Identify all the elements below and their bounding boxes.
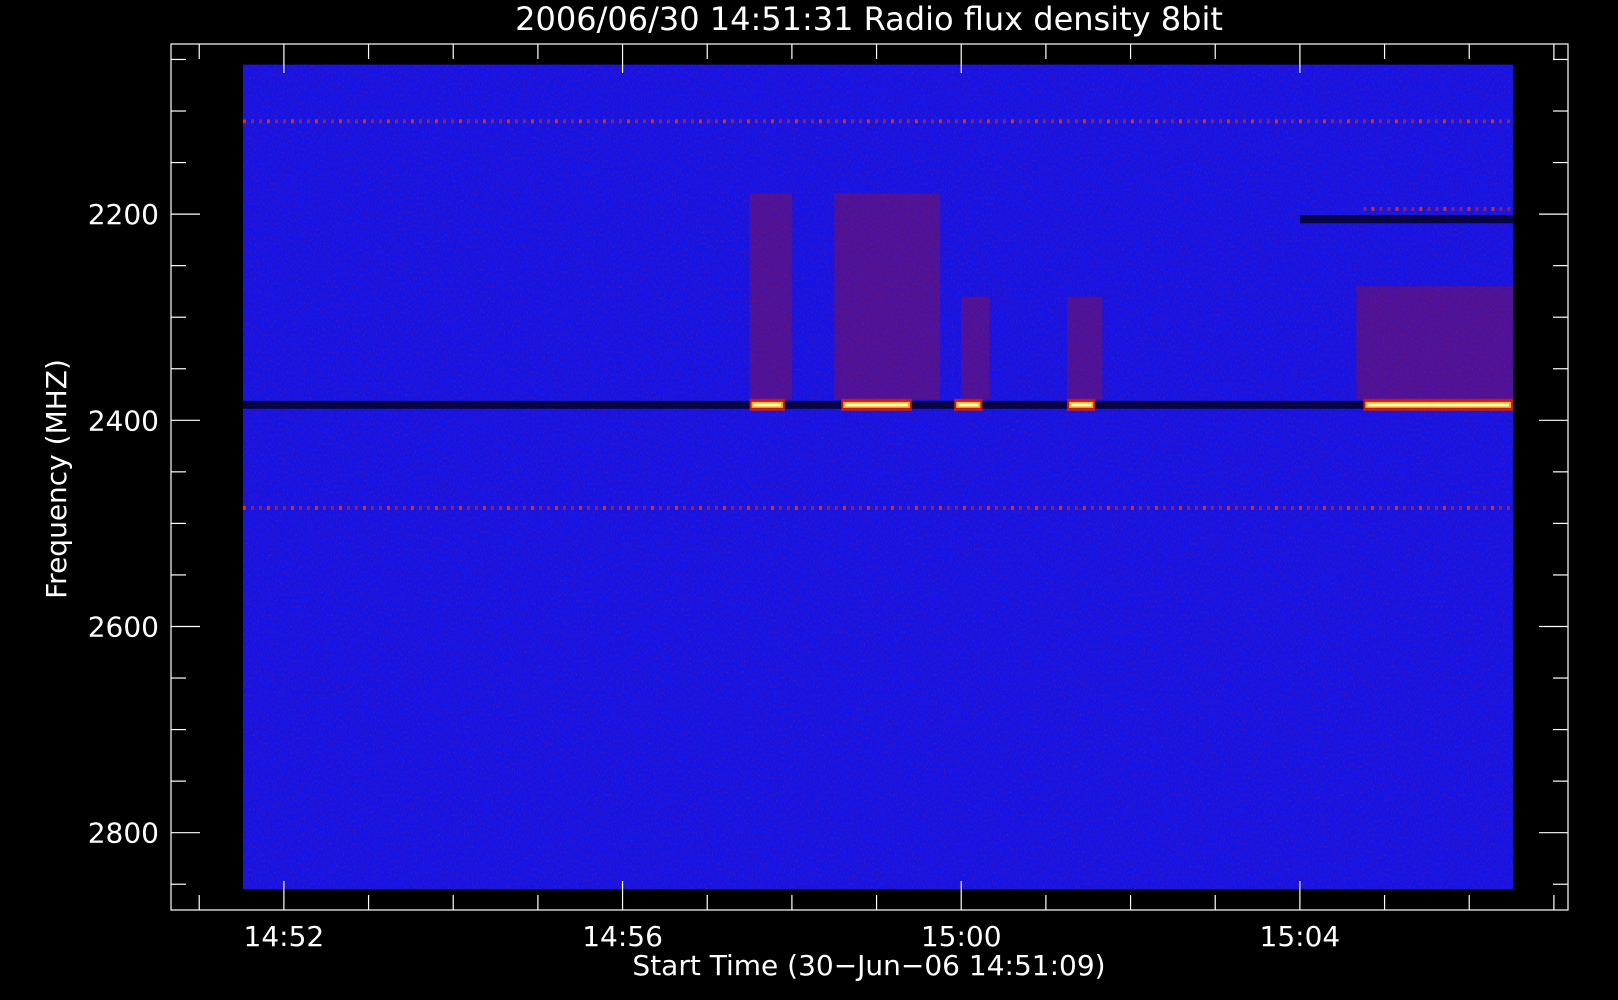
y-tick-label: 2400	[88, 404, 159, 437]
y-tick-label: 2600	[88, 610, 159, 643]
x-tick-label: 15:04	[1260, 920, 1341, 953]
chart-title: 2006/06/30 14:51:31 Radio flux density 8…	[515, 0, 1223, 38]
heatmap-patch	[749, 193, 792, 400]
y-tick-label: 2200	[88, 198, 159, 231]
heatmap-noise	[242, 64, 1513, 890]
x-tick-label: 14:52	[244, 920, 325, 953]
y-axis-label: Frequency (MHZ)	[40, 359, 73, 599]
heatmap-patch	[1067, 296, 1103, 400]
heatmap-burst-core	[958, 403, 979, 407]
y-tick-label: 2800	[88, 817, 159, 850]
heatmap-patch	[961, 296, 990, 400]
heatmap-burst-core	[1367, 403, 1509, 407]
heatmap-burst-core	[753, 403, 781, 407]
heatmap-band	[1299, 215, 1513, 224]
heatmap-patch	[1356, 286, 1513, 400]
spectrogram-heatmap	[242, 64, 1513, 890]
heatmap-burst-core	[1071, 403, 1092, 407]
heatmap-burst-core	[845, 403, 908, 407]
spectrogram-chart: 2006/06/30 14:51:31 Radio flux density 8…	[0, 0, 1618, 1000]
heatmap-patch	[834, 193, 941, 400]
x-axis-label: Start Time (30−Jun−06 14:51:09)	[632, 949, 1105, 982]
